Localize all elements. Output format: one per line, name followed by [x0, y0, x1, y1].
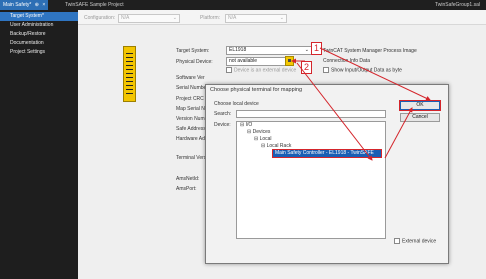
checkbox[interactable] [226, 67, 232, 73]
tree-node-label: Main Safety Controller - EL1918 - TwinSA… [275, 150, 374, 156]
target-system-select[interactable]: EL1918 ⌄ [226, 46, 312, 55]
connection-info-label: Connection Info Data [323, 58, 370, 64]
project-tab[interactable]: TwinSAFE Sample Project [65, 0, 124, 10]
terminal-image [123, 46, 136, 102]
callout-1: 1 [311, 42, 322, 55]
software-version-label: Software Ver [176, 75, 205, 81]
tree-node-local-rack[interactable]: ⊟ Local Rack [237, 143, 385, 150]
configuration-label: Configuration: [84, 15, 116, 21]
close-icon[interactable]: × [42, 2, 45, 8]
choose-local-label: Choose local device [214, 101, 259, 107]
tree-node-local[interactable]: ⊟ Local [237, 136, 385, 143]
ams-netid-label: AmsNetId: [176, 176, 200, 182]
sidebar-item-backup-restore[interactable]: Backup/Restore [0, 30, 78, 39]
configuration-value: N/A [121, 15, 130, 21]
file-name: TwinSafeGroup1.sal [434, 2, 480, 8]
sidebar-item-label: Documentation [10, 40, 44, 46]
sidebar: Target System* User Administration Backu… [0, 10, 78, 279]
show-io-checkbox-row[interactable]: Show Input/Output Data as byte [323, 67, 402, 73]
physical-device-field: not available [226, 57, 286, 66]
dialog-title: Choose physical terminal for mapping [210, 87, 303, 93]
target-system-value: EL1918 [229, 47, 247, 53]
safe-address-label: Safe Address [176, 126, 206, 132]
external-device-checkbox-row[interactable]: External device [394, 238, 436, 244]
search-label: Search: [214, 111, 232, 117]
callout-2: 2 [301, 61, 312, 74]
chevron-down-icon: ⌄ [304, 47, 309, 53]
collapse-icon[interactable]: ⊟ [261, 143, 265, 149]
terminal-version-label: Terminal Vers [176, 155, 207, 161]
pin-icon[interactable]: ⊕ [35, 2, 39, 8]
tab-label: Main Safety* [3, 2, 32, 8]
external-device-checkbox-row[interactable]: Device is an external device [226, 67, 296, 73]
cancel-button[interactable]: Cancel [400, 113, 440, 122]
external-device-label: Device is an external device [234, 67, 297, 74]
tree-node-devices[interactable]: ⊟ Devices [237, 129, 385, 136]
serial-number-label: Serial Numbe [176, 85, 207, 91]
tree-node-main-safety-controller[interactable]: Main Safety Controller - EL1918 - TwinSA… [272, 149, 382, 158]
collapse-icon[interactable]: ⊟ [247, 129, 251, 135]
tree-node-label: Local Rack [266, 143, 292, 149]
sidebar-item-target-system[interactable]: Target System* [0, 12, 78, 21]
physical-device-label: Physical Device: [176, 59, 213, 65]
platform-select[interactable]: N/A ⌄ [225, 14, 287, 23]
device-label: Device: [214, 122, 231, 128]
device-tree[interactable]: ⊟ I/O ⊟ Devices ⊟ Local ⊟ Local Rack Mai… [236, 121, 386, 239]
chevron-down-icon: ⌄ [172, 15, 177, 21]
ams-port-label: AmsPort: [176, 186, 197, 192]
sidebar-item-label: Backup/Restore [10, 31, 46, 37]
chevron-down-icon: ⌄ [279, 15, 284, 21]
ok-button[interactable]: OK [399, 100, 441, 111]
process-image-title: TwinCAT System Manager Process Image [323, 48, 417, 54]
sidebar-item-label: Target System* [10, 13, 44, 19]
version-number-label: Version Num [176, 116, 205, 122]
sidebar-item-label: Project Settings [10, 49, 46, 55]
tree-node-label: I/O [245, 122, 253, 128]
sidebar-item-project-settings[interactable]: Project Settings [0, 48, 78, 57]
choose-terminal-dialog: Choose physical terminal for mapping Cho… [205, 84, 449, 264]
title-bar: Main Safety* ⊕ × TwinSAFE Sample Project… [0, 0, 486, 10]
tab-main-safety[interactable]: Main Safety* ⊕ × [0, 0, 49, 10]
search-input[interactable] [236, 110, 386, 118]
checkbox[interactable] [323, 67, 329, 73]
tree-node-io[interactable]: ⊟ I/O [237, 122, 385, 129]
checkbox[interactable] [394, 238, 400, 244]
map-serial-label: Map Serial N [176, 106, 205, 112]
platform-label: Platform: [200, 15, 221, 21]
project-crc-label: Project CRC [176, 96, 204, 102]
link-icon [288, 59, 291, 62]
configuration-select[interactable]: N/A ⌄ [118, 14, 180, 23]
sidebar-item-label: User Administration [10, 22, 54, 28]
tree-node-label: Local [259, 136, 272, 142]
platform-value: N/A [228, 15, 237, 21]
link-device-button[interactable] [285, 56, 294, 66]
collapse-icon[interactable]: ⊟ [240, 122, 244, 128]
external-device-label: External device [402, 238, 437, 245]
collapse-icon[interactable]: ⊟ [254, 136, 258, 142]
sidebar-item-user-administration[interactable]: User Administration [0, 21, 78, 30]
hardware-address-label: Hardware Ad [176, 136, 205, 142]
physical-device-value: not available [229, 58, 258, 64]
sidebar-item-documentation[interactable]: Documentation [0, 39, 78, 48]
show-io-label: Show Input/Output Data as byte [331, 67, 402, 74]
target-system-label: Target System: [176, 48, 210, 54]
tree-node-label: Devices [252, 129, 271, 135]
